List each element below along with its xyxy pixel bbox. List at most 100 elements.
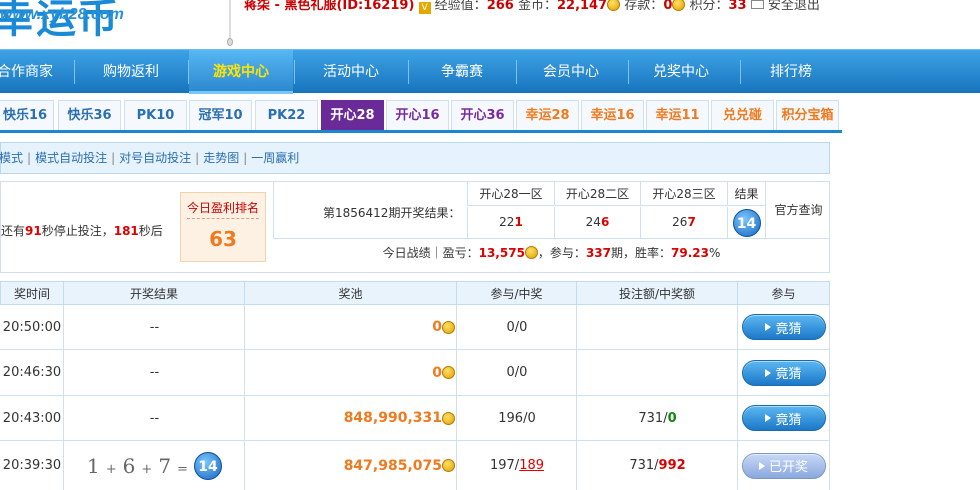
today-join-count: 337 [585,246,611,260]
countdown-draw-seconds: 181 [113,224,139,238]
countdown-text: 还有91秒停止投注，181秒后 [1,224,163,238]
zone1-head: 开心28一区 [467,182,554,206]
points-value: 33 [728,0,747,13]
coins-label: 金币： [517,0,557,13]
tab-kuaile16[interactable]: 快乐16 [0,100,54,130]
tab-kuaile36[interactable]: 快乐36 [58,100,121,130]
play-icon [765,368,772,377]
col-draw-time: 奖时间 [0,281,64,305]
coin-icon [607,0,621,11]
table-row: 20:39:30 1 +6 +7 = 14 847,985,075 197/189 7… [0,441,830,490]
col-action: 参与 [737,281,830,305]
coin-icon [442,320,455,334]
nav-item-activity-center[interactable]: 活动中心 [308,50,394,94]
tab-pk10[interactable]: PK10 [124,100,187,130]
official-query-link[interactable]: 官方查询 [765,182,831,238]
play-icon [758,461,765,470]
result-digits: 1 +6 +7 = [87,453,188,478]
rank-value: 63 [209,227,237,251]
play-icon [765,323,772,331]
coin-icon [442,411,455,425]
deposit-value: 0 [663,0,673,13]
tab-xingyun28[interactable]: 幸运28 [516,100,579,130]
today-win-rate: 79.23 [671,246,709,260]
deposit-label: 存款： [624,0,664,13]
table-row: 20:43:00 -- 848,990,331 196/0 731/0 竟猜 [0,396,830,441]
link-trend-chart[interactable]: 走势图 [203,151,239,165]
result-ball: 14 [732,208,761,237]
bet-button[interactable]: 竟猜 [741,359,826,386]
nav-item-member-center[interactable]: 会员中心 [528,50,614,94]
nav-item-redeem-center[interactable]: 兑奖中心 [638,50,724,94]
game-tabs: 快乐16 快乐36 PK10 冠军10 PK22 开心28 开心16 开心36 … [0,97,842,133]
tab-xingyun16[interactable]: 幸运16 [581,100,644,130]
nav-item-shopping-rebate[interactable]: 购物返利 [88,50,174,94]
tab-kaixin36[interactable]: 开心36 [451,100,514,130]
drawn-button[interactable]: 已开奖 [741,452,826,479]
tab-duiduipeng[interactable]: 兑兑碰 [711,100,774,130]
bet-button[interactable]: 竟猜 [741,314,826,340]
nav-item-game-center[interactable]: 游戏中心 [189,50,293,94]
today-profit-rank: 今日盈利排名 63 [180,192,266,262]
join-win-link[interactable]: 189 [519,458,544,473]
bet-button[interactable]: 竟猜 [741,405,826,431]
mail-icon[interactable] [750,0,764,9]
row-bet [576,305,738,349]
zone3-value: 267 [640,207,727,238]
result-head: 结果 [727,182,765,206]
zone3-head: 开心28三区 [640,182,727,206]
row-time: 20:43:00 [2,410,62,426]
row-result: -- [63,305,245,349]
col-join-win: 参与/中奖 [456,281,577,305]
points-label: 积分： [689,0,729,13]
row-pool: 847,985,075 [244,441,457,490]
today-profit: 13,575 [478,246,525,260]
col-prize-pool: 奖池 [244,281,457,305]
result-ball-cell: 14 [727,207,765,238]
row-pool: 848,990,331 [244,396,457,440]
play-icon [765,414,772,422]
table-row: 20:46:30 -- 0 0/0 竟猜 [0,350,830,396]
col-bet-amount: 投注额/中奖额 [576,281,738,305]
row-time: 20:46:30 [2,365,62,380]
row-pool: 0 [244,350,457,395]
row-join: 0/0 [456,305,577,349]
link-mode[interactable]: 模式 [0,151,23,165]
row-pool: 0 [244,305,457,349]
draw-info-panel: 还有91秒停止投注，181秒后 今日盈利排名 63 第1856412期开奖结果：… [0,181,830,273]
tab-pk22[interactable]: PK22 [255,100,318,130]
today-stats: 今日战绩｜盈亏：13,575 ，参与：337期，胜率：79.23% [382,246,721,260]
zone2-head: 开心28二区 [554,182,640,206]
nav-item-competition[interactable]: 争霸赛 [420,50,504,94]
zone1-value: 221 [467,207,554,238]
link-mode-auto-bet[interactable]: 模式自动投注 [35,151,107,165]
row-join: 196/0 [456,396,577,440]
vip-icon: V [418,2,431,14]
row-bet [576,350,738,395]
nav-item-partners[interactable]: 合作商家 [0,50,60,94]
user-name[interactable]: 蒋柒 - 黑色礼服(ID:16219) [244,0,414,13]
tab-jifen-baoxiang[interactable]: 积分宝箱 [776,100,839,130]
col-draw-result: 开奖结果 [63,281,245,305]
exp-value: 266 [486,0,514,13]
link-weekly-profit[interactable]: 一周赢利 [251,151,299,165]
result-sum-ball: 14 [193,451,222,480]
tab-kaixin16[interactable]: 开心16 [386,100,449,130]
coin-icon [524,246,538,259]
row-time: 20:39:30 [2,458,62,473]
tab-kaixin28[interactable]: 开心28 [321,100,384,130]
table-row: 20:50:00 -- 0 0/0 竟猜 [0,305,830,350]
main-nav: 合作商家 购物返利 游戏中心 活动中心 争霸赛 会员中心 兑奖中心 排行榜 [0,49,980,94]
nav-item-leaderboard[interactable]: 排行榜 [752,50,830,94]
link-number-auto-bet[interactable]: 对号自动投注 [119,151,191,165]
logout-link[interactable]: 安全退出 [768,0,820,13]
coin-icon [442,459,455,472]
tab-guanjun10[interactable]: 冠军10 [189,100,252,130]
site-url: www.xyb28.com [0,6,124,23]
row-bet: 731/992 [576,441,738,490]
tab-xingyun11[interactable]: 幸运11 [646,100,709,130]
coin-icon [672,0,686,11]
exp-label: 经验值： [434,0,487,13]
countdown-stop-seconds: 91 [25,224,42,238]
row-result: -- [63,350,245,395]
